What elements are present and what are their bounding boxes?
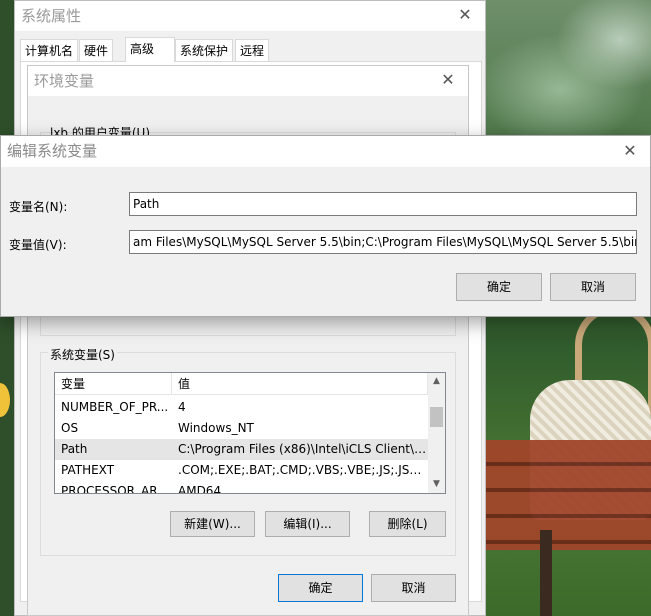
ok-button[interactable]: 确定 (278, 574, 363, 602)
cancel-button[interactable]: 取消 (550, 273, 636, 301)
tab-remote[interactable]: 远程 (235, 39, 270, 61)
table-row[interactable]: PROCESSOR_AR... AMD64 (55, 481, 428, 494)
system-variables-label: 系统变量(S) (48, 346, 117, 363)
row-variable-value: .COM;.EXE;.BAT;.CMD;.VBS;.VBE;.JS;.JSE;.… (178, 463, 428, 477)
close-icon[interactable]: ✕ (451, 1, 479, 29)
row-variable-value: AMD64 (178, 484, 222, 494)
wallpaper-bench-leg (540, 530, 552, 616)
scroll-down-icon[interactable]: ▼ (428, 476, 445, 493)
table-row[interactable]: NUMBER_OF_PR... 4 (55, 397, 428, 418)
row-variable-name: Path (61, 442, 88, 456)
edit-system-variable-title: 编辑系统变量 (1, 136, 650, 167)
wallpaper-bench (486, 440, 651, 550)
scroll-thumb[interactable] (430, 407, 443, 427)
row-variable-name: OS (61, 421, 79, 435)
edit-variable-button[interactable]: 编辑(I)... (265, 511, 350, 537)
row-variable-name: PROCESSOR_AR... (61, 484, 169, 494)
row-variable-name: PATHEXT (61, 463, 115, 477)
close-icon[interactable]: ✕ (434, 66, 462, 94)
ok-button[interactable]: 确定 (456, 273, 542, 301)
variable-name-label: 变量名(N): (9, 200, 68, 214)
delete-variable-button[interactable]: 删除(L) (369, 511, 446, 537)
table-scrollbar[interactable]: ▲ ▼ (428, 373, 445, 493)
row-variable-value: Windows_NT (178, 421, 254, 435)
column-header-value[interactable]: 值 (172, 373, 428, 395)
column-header-variable[interactable]: 变量 (55, 373, 172, 395)
table-row[interactable]: OS Windows_NT (55, 418, 428, 439)
table-row[interactable]: PATHEXT .COM;.EXE;.BAT;.CMD;.VBS;.VBE;.J… (55, 460, 428, 481)
variable-value-label: 变量值(V): (9, 238, 67, 252)
tab-computer-name[interactable]: 计算机名 (20, 39, 79, 61)
tab-advanced[interactable]: 高级 (125, 37, 175, 62)
edit-system-variable-dialog: 编辑系统变量 ✕ 变量名(N): Path 变量值(V): am Files\M… (0, 135, 651, 317)
variable-value-input[interactable]: am Files\MySQL\MySQL Server 5.5\bin;C:\P… (129, 230, 637, 254)
variable-name-input[interactable]: Path (129, 192, 637, 216)
variable-value-value: am Files\MySQL\MySQL Server 5.5\bin;C:\P… (133, 235, 637, 249)
variable-name-value: Path (133, 197, 160, 211)
table-row-selected[interactable]: Path C:\Program Files (x86)\Intel\iCLS C… (55, 439, 428, 460)
row-variable-value: C:\Program Files (x86)\Intel\iCLS Client… (178, 442, 428, 456)
environment-variables-title: 环境变量 (28, 66, 468, 96)
new-variable-button[interactable]: 新建(W)... (170, 511, 255, 537)
row-variable-value: 4 (178, 400, 186, 414)
close-icon[interactable]: ✕ (616, 137, 644, 165)
system-properties-title: 系统属性 (15, 1, 485, 31)
tab-hardware[interactable]: 硬件 (79, 39, 114, 61)
row-variable-name: NUMBER_OF_PR... (61, 400, 169, 414)
tab-system-protection[interactable]: 系统保护 (175, 39, 234, 61)
cancel-button[interactable]: 取消 (371, 574, 456, 602)
system-variables-table[interactable]: 变量 值 NUMBER_OF_PR... 4 OS Windows_NT Pat… (54, 372, 446, 494)
scroll-up-icon[interactable]: ▲ (428, 373, 445, 390)
